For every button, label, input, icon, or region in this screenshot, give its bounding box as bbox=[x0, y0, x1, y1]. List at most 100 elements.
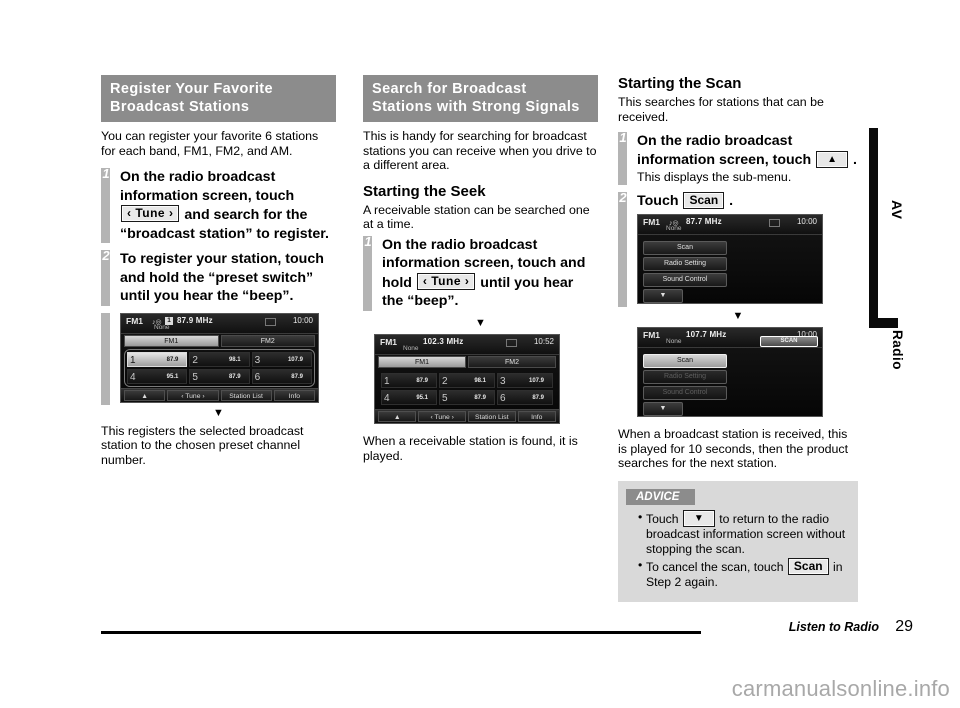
step-1-seek: 1 On the radio broadcast information scr… bbox=[363, 233, 598, 311]
signal-icon bbox=[265, 317, 276, 326]
preset-button-1[interactable]: 1 87.9 bbox=[127, 351, 188, 367]
menu-item-radio-setting: Radio Setting bbox=[643, 370, 727, 385]
tune-key-icon[interactable]: ‹ Tune › bbox=[121, 205, 180, 223]
preset-frequency: 107.9 bbox=[528, 377, 544, 384]
clock-display: 10:52 bbox=[533, 336, 554, 346]
preset-frequency: 87.9 bbox=[291, 373, 303, 380]
flow-arrow-down-icon: ▼ bbox=[213, 406, 224, 419]
intro-text-register: You can register your favorite 6 station… bbox=[101, 129, 319, 158]
subheading-starting-scan: Starting the Scan bbox=[618, 75, 742, 92]
frequency-display: 102.3 MHz bbox=[423, 336, 464, 346]
radio-bottom-bar: ▲ ‹ Tune › Station List Info bbox=[121, 387, 318, 402]
step-rail bbox=[618, 191, 627, 307]
step-text-part2: . bbox=[853, 151, 857, 168]
preset-row: 4 95.1 5 87.9 6 87.9 bbox=[126, 368, 313, 385]
radio-bottom-bar: ▲ ‹ Tune › Station List Info bbox=[375, 408, 559, 423]
step-1-scan: 1 On the radio broadcast information scr… bbox=[618, 130, 858, 185]
preset-frequency: 87.9 bbox=[166, 356, 179, 363]
band-tab-fm2[interactable]: FM2 bbox=[468, 355, 556, 368]
device-wrap-1: FM1 ♪◎ 1 87.9 MHz None 10:00 FM1 FM2 1 8… bbox=[101, 312, 336, 405]
preset-button-2[interactable]: 2 98.1 bbox=[189, 351, 250, 367]
band-tab-fm1[interactable]: FM1 bbox=[378, 355, 466, 368]
step-number: 1 bbox=[364, 233, 372, 249]
intro-text-search: This is handy for searching for broadcas… bbox=[363, 129, 597, 173]
preset-button-6[interactable]: 6 87.9 bbox=[497, 389, 553, 405]
band-label: FM1 bbox=[643, 217, 660, 228]
band-tab-fm2[interactable]: FM2 bbox=[220, 334, 315, 347]
preset-grid: 1 87.9 2 98.1 3 107.9 4 95.1 5 87.9 6 87… bbox=[378, 370, 556, 408]
radio-screen-scanning[interactable]: FM1 107.7 MHz None 10:00 SCAN Scan Radio… bbox=[637, 327, 823, 418]
tune-key-icon[interactable]: ‹ Tune › bbox=[416, 272, 476, 290]
sub-menu-up-button[interactable]: ▲ bbox=[124, 389, 166, 401]
frequency-display: 87.9 MHz bbox=[177, 315, 213, 325]
station-list-button[interactable]: Station List bbox=[468, 410, 516, 422]
menu-item-scan[interactable]: Scan bbox=[643, 241, 727, 256]
advice-list: Touch ▼ to return to the radio broadcast… bbox=[626, 510, 850, 590]
preset-frequency: 107.9 bbox=[287, 356, 303, 363]
menu-scroll-down-button[interactable]: ▼ bbox=[643, 289, 683, 304]
section-header-line2: Stations with Strong Signals bbox=[372, 99, 580, 115]
tune-button[interactable]: ‹ Tune › bbox=[167, 389, 219, 401]
frequency-display: 107.7 MHz bbox=[686, 330, 727, 340]
radio-status-bar: FM1 107.7 MHz None 10:00 SCAN bbox=[638, 328, 822, 349]
step-text: On the radio broadcast information scree… bbox=[382, 236, 598, 311]
up-arrow-key-icon[interactable]: ▲ bbox=[816, 150, 849, 168]
section-header-line1: Register Your Favorite bbox=[110, 81, 273, 97]
sub-menu-up-button[interactable]: ▲ bbox=[378, 410, 417, 422]
preset-button-6[interactable]: 6 87.9 bbox=[251, 368, 312, 384]
footer-rule bbox=[101, 631, 701, 634]
scan-key-icon[interactable]: Scan bbox=[787, 558, 829, 576]
preset-button-3[interactable]: 3 107.9 bbox=[497, 372, 553, 388]
menu-scroll-down-button[interactable]: ▼ bbox=[643, 402, 683, 417]
subheading-starting-seek: Starting the Seek bbox=[363, 182, 486, 200]
preset-button-4[interactable]: 4 95.1 bbox=[381, 389, 437, 405]
preset-button-4[interactable]: 4 95.1 bbox=[127, 368, 188, 384]
menu-item-radio-setting[interactable]: Radio Setting bbox=[643, 257, 727, 272]
step-1-register: 1 On the radio broadcast information scr… bbox=[101, 167, 336, 244]
scan-key-icon[interactable]: Scan bbox=[683, 191, 725, 209]
preset-number: 1 bbox=[384, 375, 390, 387]
station-name: None bbox=[154, 323, 170, 331]
menu-item-scan[interactable]: Scan bbox=[643, 354, 727, 369]
preset-frequency: 98.1 bbox=[228, 356, 241, 363]
preset-number: 4 bbox=[130, 371, 136, 383]
device-wrap-2: FM1 102.3 MHz None 10:52 FM1 FM2 1 87.9 bbox=[363, 333, 598, 424]
device-wrap-4: FM1 107.7 MHz None 10:00 SCAN Scan Radio… bbox=[618, 327, 858, 418]
step-text: On the radio broadcast information scree… bbox=[637, 132, 858, 185]
advice-box: ADVICE Touch ▼ to return to the radio br… bbox=[618, 481, 858, 602]
station-name: None bbox=[666, 338, 682, 346]
signal-icon bbox=[769, 219, 780, 228]
section-header-line1: Search for Broadcast bbox=[372, 81, 527, 97]
step-number: 1 bbox=[619, 130, 627, 146]
step-rail bbox=[101, 312, 110, 405]
tune-button[interactable]: ‹ Tune › bbox=[418, 410, 466, 422]
preset-number: 2 bbox=[442, 375, 448, 387]
step-text-part1: Touch bbox=[637, 192, 679, 209]
manual-page: Register Your Favorite Broadcast Station… bbox=[0, 0, 960, 708]
radio-status-bar: FM1 ♪◎ 1 87.9 MHz None 10:00 bbox=[121, 313, 318, 334]
advice-item-1: Touch ▼ to return to the radio broadcast… bbox=[638, 510, 850, 556]
info-button[interactable]: Info bbox=[517, 410, 556, 422]
preset-button-1[interactable]: 1 87.9 bbox=[381, 372, 437, 388]
info-button[interactable]: Info bbox=[273, 389, 315, 401]
preset-frequency: 98.1 bbox=[474, 377, 486, 384]
down-arrow-key-icon[interactable]: ▼ bbox=[682, 510, 715, 528]
station-list-button[interactable]: Station List bbox=[220, 389, 272, 401]
preset-button-2[interactable]: 2 98.1 bbox=[439, 372, 495, 388]
side-tab-label-av: AV bbox=[889, 200, 905, 220]
section-header-search: Search for Broadcast Stations with Stron… bbox=[363, 75, 598, 122]
radio-screen-seek[interactable]: FM1 102.3 MHz None 10:52 FM1 FM2 1 87.9 bbox=[374, 333, 560, 424]
radio-screen-presets[interactable]: FM1 ♪◎ 1 87.9 MHz None 10:00 FM1 FM2 1 8… bbox=[120, 312, 319, 403]
flow-arrow-down-icon: ▼ bbox=[475, 316, 486, 329]
preset-number: 5 bbox=[192, 371, 198, 383]
result-text-register: This registers the selected broadcast st… bbox=[101, 423, 304, 467]
scan-status-badge: SCAN bbox=[760, 336, 818, 348]
radio-screen-submenu[interactable]: FM1 ♪◎ 87.7 MHz None 10:00 Scan Radio Se… bbox=[637, 214, 823, 305]
menu-item-sound-control[interactable]: Sound Control bbox=[643, 273, 727, 288]
clock-display: 10:00 bbox=[796, 217, 817, 227]
preset-button-5[interactable]: 5 87.9 bbox=[189, 368, 250, 384]
clock-display: 10:00 bbox=[292, 315, 313, 325]
preset-button-3[interactable]: 3 107.9 bbox=[251, 351, 312, 367]
preset-button-5[interactable]: 5 87.9 bbox=[439, 389, 495, 405]
band-tab-fm1[interactable]: FM1 bbox=[124, 334, 219, 347]
